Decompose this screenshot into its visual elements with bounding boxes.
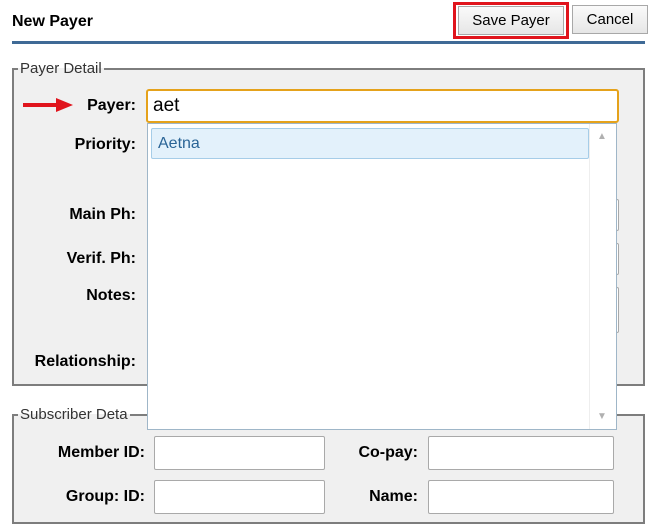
copay-input[interactable] bbox=[428, 436, 614, 470]
name-label: Name: bbox=[369, 488, 418, 505]
header-divider bbox=[12, 41, 645, 44]
page-title: New Payer bbox=[12, 13, 93, 30]
payer-label: Payer: bbox=[87, 97, 136, 114]
save-payer-button[interactable]: Save Payer bbox=[458, 6, 564, 35]
group-id-input[interactable] bbox=[154, 480, 325, 514]
name-input[interactable] bbox=[428, 480, 614, 514]
payer-autocomplete-dropdown: Aetna ▲ ▼ bbox=[147, 123, 617, 430]
group-id-label: Group: ID: bbox=[65, 488, 145, 505]
member-id-input[interactable] bbox=[154, 436, 325, 470]
priority-label: Priority: bbox=[74, 136, 136, 153]
autocomplete-option-aetna[interactable]: Aetna bbox=[151, 128, 589, 159]
triangle-up-icon[interactable]: ▲ bbox=[597, 131, 607, 142]
payer-input[interactable] bbox=[146, 89, 619, 123]
verif-phone-label: Verif. Ph: bbox=[66, 250, 136, 267]
triangle-down-icon[interactable]: ▼ bbox=[597, 411, 607, 422]
member-id-label: Member ID: bbox=[57, 444, 145, 461]
notes-label: Notes: bbox=[86, 287, 136, 304]
payer-detail-legend: Payer Detail bbox=[20, 60, 102, 77]
main-phone-label: Main Ph: bbox=[69, 206, 136, 223]
cancel-button[interactable]: Cancel bbox=[572, 5, 648, 34]
relationship-label: Relationship: bbox=[34, 353, 136, 370]
copay-label: Co-pay: bbox=[358, 444, 418, 461]
subscriber-detail-legend: Subscriber Deta bbox=[20, 406, 128, 423]
dropdown-scrollbar[interactable]: ▲ ▼ bbox=[589, 124, 616, 429]
